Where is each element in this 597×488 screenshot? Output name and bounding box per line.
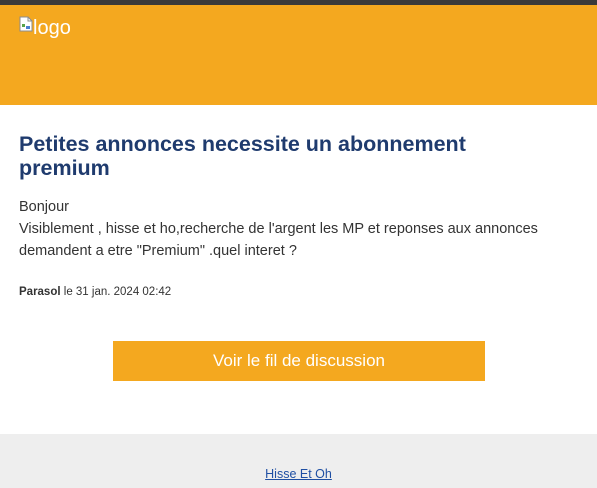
post-greeting: Bonjour (19, 199, 69, 215)
post-date: le 31 jan. 2024 02:42 (60, 286, 172, 298)
broken-image-icon (19, 16, 33, 32)
email-footer: Hisse Et Oh (0, 434, 597, 488)
post-title: Petites annonces necessite un abonnement… (19, 132, 466, 180)
email-header: logo (0, 5, 597, 105)
post-body: Bonjour Visiblement , hisse et ho,recher… (19, 196, 579, 262)
post-meta: Parasol le 31 jan. 2024 02:42 (19, 284, 171, 300)
post-author: Parasol (19, 286, 61, 298)
logo-alt-text: logo (33, 17, 71, 39)
footer-site-link[interactable]: Hisse Et Oh (265, 467, 332, 481)
logo: logo (19, 16, 71, 40)
footer-link-container: Hisse Et Oh (0, 466, 597, 482)
view-thread-button[interactable]: Voir le fil de discussion (113, 341, 485, 381)
post-message: Visiblement , hisse et ho,recherche de l… (19, 221, 538, 259)
